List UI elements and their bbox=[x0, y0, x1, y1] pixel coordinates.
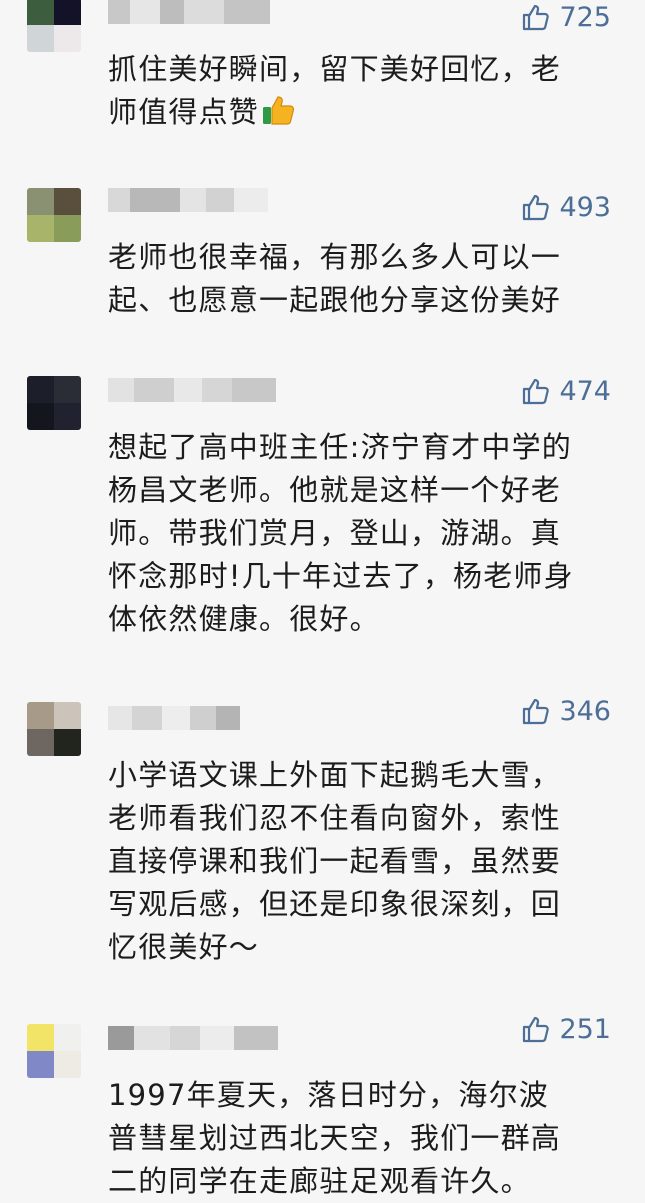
avatar-pixel bbox=[27, 188, 54, 215]
like-button[interactable]: 346 bbox=[521, 694, 611, 728]
user-avatar[interactable] bbox=[27, 188, 81, 242]
avatar-pixel bbox=[27, 1051, 54, 1078]
username-pixel bbox=[174, 378, 202, 402]
avatar-pixel bbox=[54, 729, 81, 756]
user-avatar[interactable] bbox=[27, 376, 81, 430]
comment-body: 小学语文课上外面下起鹅毛大雪， 老师看我们忍不住看向窗外，索性 直接停课和我们一… bbox=[108, 758, 562, 964]
thumbs-up-icon bbox=[521, 2, 551, 32]
avatar-pixel bbox=[54, 188, 81, 215]
like-button[interactable]: 251 bbox=[521, 1012, 611, 1046]
comment-text: 抓住美好瞬间，留下美好回忆，老 师值得点赞 bbox=[108, 48, 623, 134]
comment-text: 老师也很幸福，有那么多人可以一 起、也愿意一起跟他分享这份美好 bbox=[108, 236, 623, 322]
username-pixel bbox=[130, 188, 180, 212]
username-pixel bbox=[234, 1026, 278, 1050]
username-pixel bbox=[170, 1026, 200, 1050]
avatar-pixel bbox=[27, 1024, 54, 1051]
comment-body: 1997年夏天，落日时分，海尔波 普彗星划过西北天空，我们一群高 二的同学在走廊… bbox=[108, 1078, 562, 1198]
avatar-pixel bbox=[54, 1024, 81, 1051]
comment-body: 想起了高中班主任:济宁育才中学的 杨昌文老师。他就是这样一个好老 师。带我们赏月… bbox=[108, 430, 574, 636]
avatar-pixel bbox=[54, 0, 81, 25]
like-button[interactable]: 725 bbox=[521, 0, 611, 34]
comment-text: 1997年夏天，落日时分，海尔波 普彗星划过西北天空，我们一群高 二的同学在走廊… bbox=[108, 1074, 623, 1203]
thumbs-up-icon bbox=[521, 1014, 551, 1044]
like-count: 474 bbox=[559, 375, 611, 407]
avatar-pixel bbox=[54, 702, 81, 729]
like-count: 251 bbox=[559, 1013, 611, 1045]
avatar-pixel bbox=[54, 1051, 81, 1078]
username-pixel bbox=[108, 0, 130, 24]
avatar-pixel bbox=[27, 702, 54, 729]
like-button[interactable]: 474 bbox=[521, 374, 611, 408]
user-avatar[interactable] bbox=[27, 1024, 81, 1078]
username-pixel bbox=[224, 0, 270, 24]
username-pixel bbox=[108, 378, 134, 402]
username-pixel bbox=[108, 1026, 134, 1050]
username-pixel bbox=[200, 1026, 234, 1050]
username-pixel bbox=[190, 706, 216, 730]
username-pixel bbox=[130, 0, 160, 24]
username-blurred[interactable] bbox=[108, 186, 268, 214]
avatar-pixel bbox=[27, 215, 54, 242]
avatar-pixel bbox=[27, 25, 54, 52]
comment-body: 老师也很幸福，有那么多人可以一 起、也愿意一起跟他分享这份美好 bbox=[108, 240, 562, 317]
comment-text: 想起了高中班主任:济宁育才中学的 杨昌文老师。他就是这样一个好老 师。带我们赏月… bbox=[108, 426, 623, 641]
comment-text: 小学语文课上外面下起鹅毛大雪， 老师看我们忍不住看向窗外，索性 直接停课和我们一… bbox=[108, 754, 623, 969]
like-button[interactable]: 493 bbox=[521, 190, 611, 224]
avatar-pixel bbox=[27, 403, 54, 430]
username-blurred[interactable] bbox=[108, 704, 240, 732]
username-pixel bbox=[232, 378, 276, 402]
username-pixel bbox=[202, 378, 232, 402]
avatar-pixel bbox=[54, 376, 81, 403]
username-pixel bbox=[160, 0, 184, 24]
comment-body: 抓住美好瞬间，留下美好回忆，老 师值得点赞 bbox=[108, 52, 562, 129]
username-blurred[interactable] bbox=[108, 1024, 278, 1052]
user-avatar[interactable] bbox=[27, 0, 81, 52]
username-pixel bbox=[108, 188, 130, 212]
username-pixel bbox=[134, 1026, 170, 1050]
thumbs-up-icon bbox=[521, 376, 551, 406]
comment-feed: 725 抓住美好瞬间，留下美好回忆，老 师值得点赞 493 老师也很幸福，有那么多人可… bbox=[0, 0, 645, 1198]
username-pixel bbox=[108, 706, 132, 730]
like-count: 725 bbox=[559, 1, 611, 33]
username-pixel bbox=[216, 706, 240, 730]
username-pixel bbox=[234, 188, 268, 212]
user-avatar[interactable] bbox=[27, 702, 81, 756]
thumbs-up-emoji-icon bbox=[259, 95, 295, 129]
username-blurred[interactable] bbox=[108, 376, 276, 404]
thumbs-up-icon bbox=[521, 192, 551, 222]
username-blurred[interactable] bbox=[108, 0, 270, 26]
avatar-pixel bbox=[27, 0, 54, 25]
avatar-pixel bbox=[54, 403, 81, 430]
avatar-pixel bbox=[54, 215, 81, 242]
avatar-pixel bbox=[27, 729, 54, 756]
avatar-pixel bbox=[54, 25, 81, 52]
like-count: 493 bbox=[559, 191, 611, 223]
username-pixel bbox=[206, 188, 234, 212]
like-count: 346 bbox=[559, 695, 611, 727]
username-pixel bbox=[180, 188, 206, 212]
username-pixel bbox=[162, 706, 190, 730]
username-pixel bbox=[134, 378, 174, 402]
avatar-pixel bbox=[27, 376, 54, 403]
username-pixel bbox=[184, 0, 224, 24]
thumbs-up-icon bbox=[521, 696, 551, 726]
username-pixel bbox=[132, 706, 162, 730]
